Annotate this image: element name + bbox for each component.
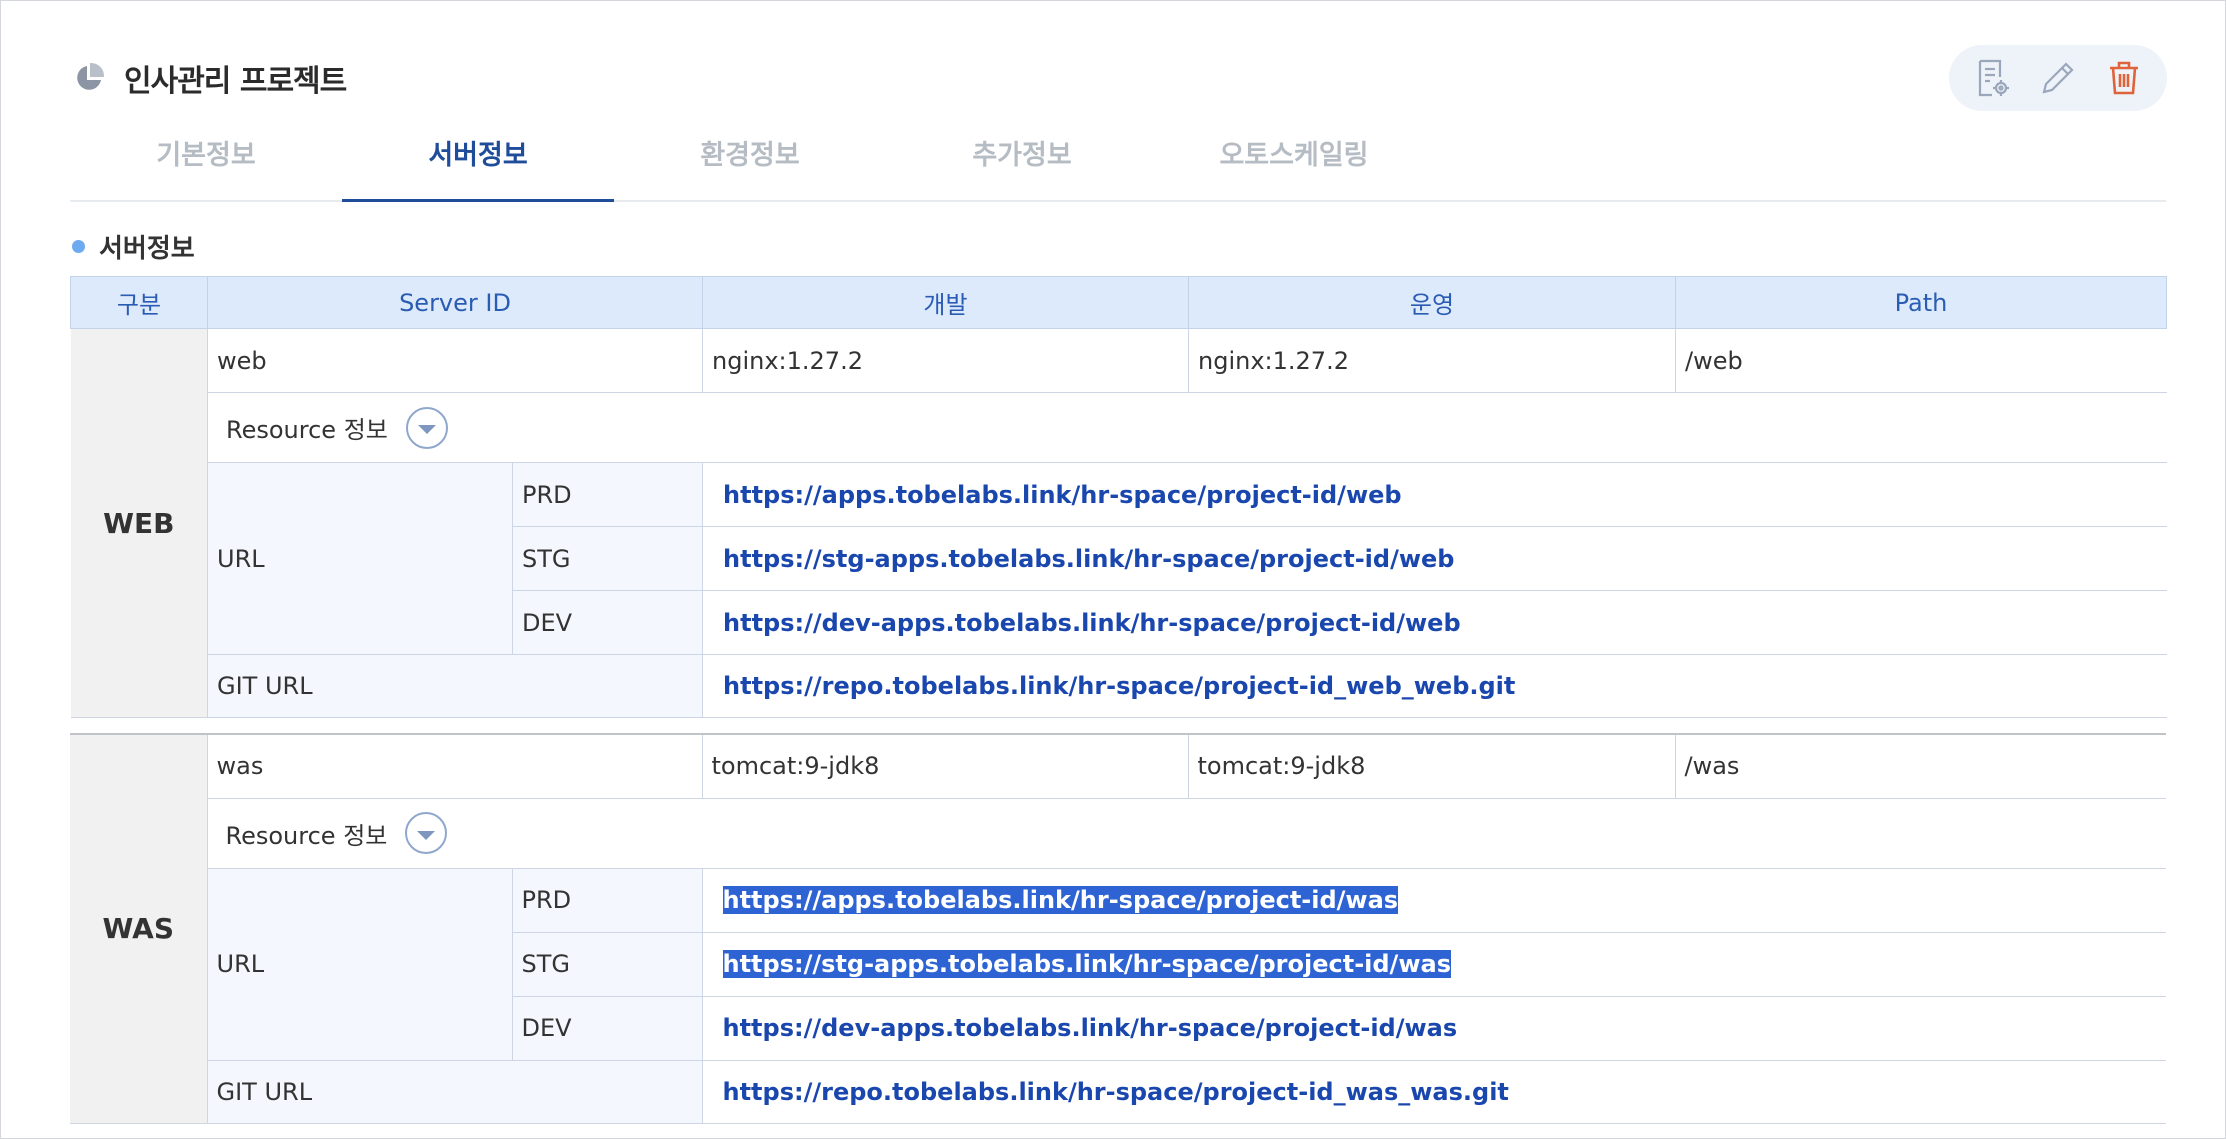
path-cell: /was bbox=[1674, 733, 2166, 799]
url-row: URL PRD https://apps.tobelabs.link/hr-sp… bbox=[71, 462, 2167, 655]
table-header-row: 구분 Server ID 개발 운영 Path bbox=[70, 276, 2168, 329]
tab-additional-info[interactable]: 추가정보 bbox=[886, 128, 1158, 200]
resource-row: Resource 정보 bbox=[71, 392, 2167, 463]
resource-row: Resource 정보 bbox=[70, 797, 2166, 869]
env-label-prd: PRD bbox=[511, 462, 704, 527]
git-url-label: GIT URL bbox=[206, 654, 704, 718]
pie-chart-icon bbox=[72, 61, 106, 95]
tab-env-info[interactable]: 환경정보 bbox=[614, 128, 886, 200]
env-label-stg: STG bbox=[511, 526, 704, 591]
url-link-stg-cell: https://stg-apps.tobelabs.link/hr-space/… bbox=[701, 931, 2166, 997]
server-table-web: 구분 Server ID 개발 운영 Path WEB web nginx:1.… bbox=[70, 276, 2168, 718]
resource-label: Resource 정보 bbox=[226, 416, 388, 444]
git-url-link[interactable]: https://repo.tobelabs.link/hr-space/proj… bbox=[702, 654, 2167, 718]
server-id-cell: web bbox=[206, 328, 704, 393]
url-link-stg[interactable]: https://stg-apps.tobelabs.link/hr-space/… bbox=[702, 526, 2167, 591]
group-label-was: WAS bbox=[70, 733, 208, 1124]
ops-image-cell: tomcat:9-jdk8 bbox=[1187, 733, 1676, 799]
page-header: 인사관리 프로젝트 bbox=[72, 56, 347, 100]
page-title: 인사관리 프로젝트 bbox=[124, 64, 347, 99]
url-link-prd[interactable]: https://apps.tobelabs.link/hr-space/proj… bbox=[722, 886, 1399, 914]
env-label-prd: PRD bbox=[511, 867, 703, 933]
header-server-id: Server ID bbox=[206, 276, 704, 329]
url-label: URL bbox=[206, 867, 513, 1061]
git-row: GIT URL https://repo.tobelabs.link/hr-sp… bbox=[71, 654, 2167, 718]
table-row: WAS was tomcat:9-jdk8 tomcat:9-jdk8 /was bbox=[70, 733, 2166, 1124]
section-title: 서버정보 bbox=[72, 228, 195, 264]
resource-cell: Resource 정보 bbox=[206, 797, 2166, 869]
settings-doc-icon[interactable] bbox=[1968, 54, 2016, 102]
tab-bar: 기본정보 서버정보 환경정보 추가정보 오토스케일링 bbox=[70, 128, 2166, 202]
delete-icon[interactable] bbox=[2100, 54, 2148, 102]
tab-server-info[interactable]: 서버정보 bbox=[342, 128, 614, 202]
url-link-stg[interactable]: https://stg-apps.tobelabs.link/hr-space/… bbox=[722, 950, 1451, 978]
header-dev: 개발 bbox=[702, 276, 1190, 329]
header-gubun: 구분 bbox=[70, 276, 208, 329]
server-table-was: WAS was tomcat:9-jdk8 tomcat:9-jdk8 /was… bbox=[70, 733, 2166, 1124]
header-ops: 운영 bbox=[1188, 276, 1677, 329]
group-label-web: WEB bbox=[70, 328, 208, 718]
url-label: URL bbox=[207, 462, 513, 655]
url-link-prd[interactable]: https://apps.tobelabs.link/hr-space/proj… bbox=[702, 462, 2167, 527]
header-path: Path bbox=[1675, 276, 2168, 329]
action-toolbar bbox=[1949, 45, 2167, 111]
dev-image-cell: tomcat:9-jdk8 bbox=[701, 733, 1189, 799]
url-link-dev[interactable]: https://dev-apps.tobelabs.link/hr-space/… bbox=[701, 995, 2166, 1061]
ops-image-cell: nginx:1.27.2 bbox=[1188, 328, 1677, 393]
env-label-dev: DEV bbox=[511, 995, 703, 1061]
url-link-dev[interactable]: https://dev-apps.tobelabs.link/hr-space/… bbox=[702, 590, 2167, 655]
url-link-prd-cell: https://apps.tobelabs.link/hr-space/proj… bbox=[701, 867, 2166, 933]
dev-image-cell: nginx:1.27.2 bbox=[702, 328, 1190, 393]
git-url-link[interactable]: https://repo.tobelabs.link/hr-space/proj… bbox=[701, 1059, 2166, 1124]
resource-cell: Resource 정보 bbox=[206, 392, 2167, 463]
tab-autoscaling[interactable]: 오토스케일링 bbox=[1158, 128, 1430, 200]
bullet-dot bbox=[72, 239, 85, 253]
section-title-label: 서버정보 bbox=[99, 233, 195, 264]
env-label-stg: STG bbox=[511, 931, 703, 997]
server-id-cell: was bbox=[206, 733, 703, 799]
env-label-dev: DEV bbox=[511, 590, 704, 655]
chevron-down-icon[interactable] bbox=[405, 406, 448, 449]
git-url-label: GIT URL bbox=[206, 1059, 703, 1124]
edit-icon[interactable] bbox=[2034, 54, 2082, 102]
url-row: URL PRD https://apps.tobelabs.link/hr-sp… bbox=[70, 867, 2166, 1061]
tab-basic-info[interactable]: 기본정보 bbox=[70, 128, 342, 200]
chevron-down-icon[interactable] bbox=[405, 812, 448, 854]
git-row: GIT URL https://repo.tobelabs.link/hr-sp… bbox=[70, 1059, 2166, 1124]
resource-label: Resource 정보 bbox=[225, 821, 388, 850]
table-row: WEB web nginx:1.27.2 nginx:1.27.2 /web bbox=[70, 328, 2167, 718]
path-cell: /web bbox=[1675, 328, 2167, 393]
